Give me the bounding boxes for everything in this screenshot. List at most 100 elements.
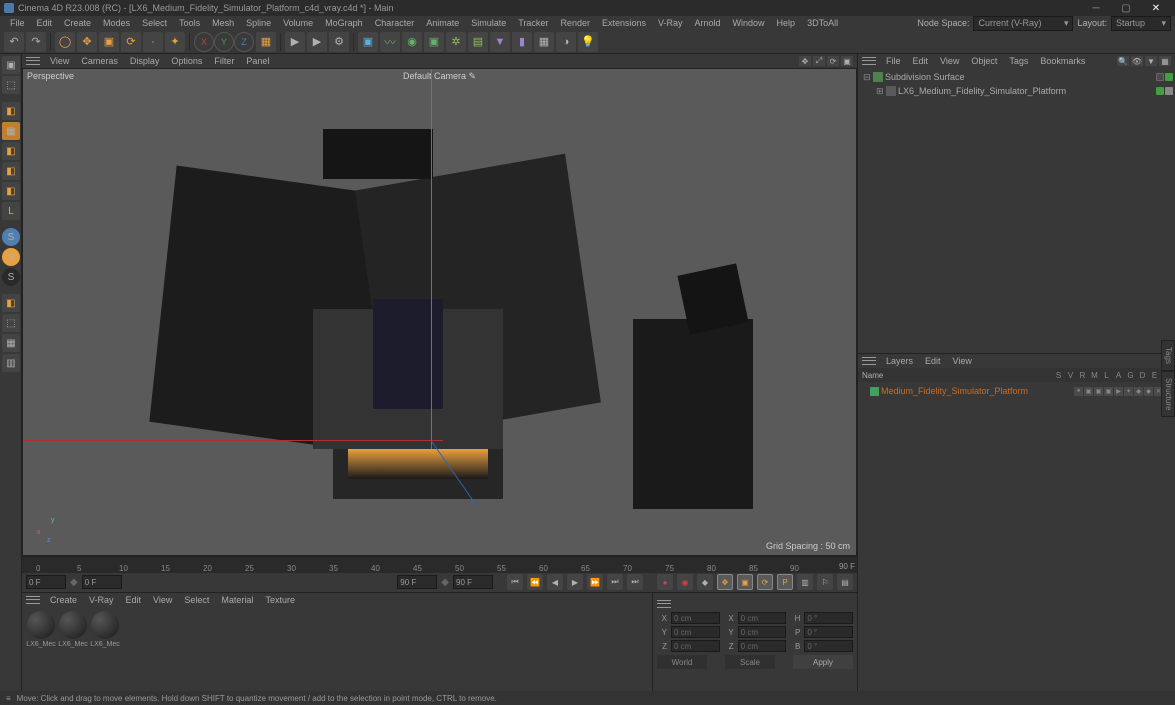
hamburger-icon[interactable] <box>26 595 40 605</box>
menu-select[interactable]: Select <box>136 18 173 28</box>
menu-edit[interactable]: Edit <box>31 18 59 28</box>
axis-x-toggle[interactable]: X <box>194 32 214 52</box>
node-space-dropdown[interactable]: Current (V-Ray)▾ <box>973 16 1073 31</box>
rot-h-input[interactable]: 0 ° <box>804 612 853 624</box>
vp-menu-view[interactable]: View <box>44 56 75 66</box>
menu-mesh[interactable]: Mesh <box>206 18 240 28</box>
coord-system-button[interactable]: ▦ <box>256 32 276 52</box>
menu-vray[interactable]: V-Ray <box>652 18 689 28</box>
layout-dropdown[interactable]: Startup▾ <box>1111 16 1171 31</box>
enable-axis-button[interactable]: S <box>2 228 20 246</box>
rot-p-input[interactable]: 0 ° <box>804 626 853 638</box>
layer-row[interactable]: Medium_Fidelity_Simulator_Platform ● ▣ ▣… <box>860 384 1173 398</box>
tag-dot[interactable] <box>1165 87 1173 95</box>
mat-menu-vray[interactable]: V-Ray <box>83 595 120 605</box>
size-y-input[interactable]: 0 cm <box>738 626 787 638</box>
poly-mode-button[interactable]: ◧ <box>2 182 20 200</box>
layer-color-icon[interactable] <box>870 387 879 396</box>
menu-extensions[interactable]: Extensions <box>596 18 652 28</box>
viewport-3d[interactable]: Perspective Default Camera ✎ Grid Spacin… <box>22 68 857 556</box>
place-tool-button[interactable]: ✦ <box>165 32 185 52</box>
mat-menu-create[interactable]: Create <box>44 595 83 605</box>
layer-solo-toggle[interactable]: ● <box>1074 387 1083 396</box>
menu-file[interactable]: File <box>4 18 31 28</box>
menu-window[interactable]: Window <box>727 18 771 28</box>
rotate-tool-button[interactable]: ⟳ <box>121 32 141 52</box>
lay-menu-view[interactable]: View <box>947 356 978 366</box>
menu-spline[interactable]: Spline <box>240 18 277 28</box>
redo-button[interactable]: ↷ <box>26 32 46 52</box>
snap-button[interactable]: S <box>2 248 20 266</box>
material-item[interactable]: LX6_Mec <box>90 611 120 687</box>
pos-x-input[interactable]: 0 cm <box>671 612 720 624</box>
mat-menu-material[interactable]: Material <box>215 595 259 605</box>
uv-mode-button[interactable]: L <box>2 202 20 220</box>
visibility-dot[interactable] <box>1156 73 1164 81</box>
add-mograph-button[interactable]: ✲ <box>446 32 466 52</box>
menu-modes[interactable]: Modes <box>97 18 136 28</box>
render-pv-button[interactable]: ▶ <box>307 32 327 52</box>
hamburger-icon[interactable] <box>862 56 876 66</box>
edge-mode-button[interactable]: ◧ <box>2 162 20 180</box>
size-mode-dropdown[interactable]: Scale <box>725 655 775 669</box>
rot-b-input[interactable]: 0 ° <box>804 640 853 652</box>
range-start-input[interactable]: 90 F <box>397 575 437 589</box>
search-icon[interactable]: 🔍 <box>1117 56 1129 66</box>
pos-y-input[interactable]: 0 cm <box>671 626 720 638</box>
locked-workplane-button[interactable]: ▦ <box>2 334 20 352</box>
keyframe-sel-button[interactable]: ◆ <box>697 574 713 590</box>
prev-frame-button[interactable]: ◀ <box>547 574 563 590</box>
vp-zoom-icon[interactable]: ⤢ <box>813 56 825 66</box>
size-x-input[interactable]: 0 cm <box>738 612 787 624</box>
undo-button[interactable]: ↶ <box>4 32 24 52</box>
axis-y-toggle[interactable]: Y <box>214 32 234 52</box>
add-spline-button[interactable]: 〰 <box>380 32 400 52</box>
obj-menu-file[interactable]: File <box>880 56 907 66</box>
goto-start-button[interactable]: ⏮ <box>507 574 523 590</box>
menu-tools[interactable]: Tools <box>173 18 206 28</box>
render-region-button[interactable]: ⬚ <box>2 314 20 332</box>
expand-icon[interactable]: ⊞ <box>876 86 884 97</box>
layer-view-toggle[interactable]: ▣ <box>1084 387 1093 396</box>
hamburger-icon[interactable] <box>657 599 671 609</box>
add-generator-button[interactable]: ◉ <box>402 32 422 52</box>
minimize-button[interactable]: ─ <box>1081 1 1111 15</box>
texture-mode-button[interactable]: ▦ <box>2 122 20 140</box>
add-tag-button[interactable]: 💡 <box>578 32 598 52</box>
next-frame-button[interactable]: ⏩ <box>587 574 603 590</box>
vp-menu-filter[interactable]: Filter <box>208 56 240 66</box>
last-tool-button[interactable]: · <box>143 32 163 52</box>
prev-key-button[interactable]: ⏪ <box>527 574 543 590</box>
param-key-button[interactable]: P <box>777 574 793 590</box>
expand-icon[interactable]: ⊟ <box>863 72 871 83</box>
current-frame-input[interactable]: 0 F <box>82 575 122 589</box>
material-item[interactable]: LX6_Mec <box>58 611 88 687</box>
vp-toggle-icon[interactable]: ▣ <box>841 56 853 66</box>
menu-simulate[interactable]: Simulate <box>465 18 512 28</box>
add-null-button[interactable]: ◑ <box>556 32 576 52</box>
layout-icon[interactable]: ▦ <box>1159 56 1171 66</box>
obj-menu-object[interactable]: Object <box>965 56 1003 66</box>
layer-render-toggle[interactable]: ▣ <box>1094 387 1103 396</box>
rot-key-button[interactable]: ⟳ <box>757 574 773 590</box>
vp-menu-options[interactable]: Options <box>165 56 208 66</box>
anim-layer-button[interactable]: ▤ <box>837 574 853 590</box>
menu-help[interactable]: Help <box>771 18 802 28</box>
obj-menu-edit[interactable]: Edit <box>907 56 935 66</box>
range-end-input[interactable]: 90 F <box>453 575 493 589</box>
enable-dot[interactable] <box>1165 73 1173 81</box>
pla-key-button[interactable]: ▥ <box>797 574 813 590</box>
obj-menu-bookmarks[interactable]: Bookmarks <box>1034 56 1091 66</box>
scale-tool-button[interactable]: ▣ <box>99 32 119 52</box>
render-settings-button[interactable]: ⚙ <box>329 32 349 52</box>
next-key-button[interactable]: ⏭ <box>627 574 643 590</box>
anim-mode-button[interactable]: ⚐ <box>817 574 833 590</box>
model-mode-button[interactable]: ⬚ <box>2 76 20 94</box>
planar-workplane-button[interactable]: ▥ <box>2 354 20 372</box>
close-button[interactable]: ✕ <box>1141 1 1171 15</box>
make-editable-button[interactable]: ▣ <box>2 56 20 74</box>
layer-lock-toggle[interactable]: ▶ <box>1114 387 1123 396</box>
add-deformer-button[interactable]: ▣ <box>424 32 444 52</box>
layer-manager-toggle[interactable]: ▣ <box>1104 387 1113 396</box>
filter-icon[interactable]: ▼ <box>1145 56 1157 66</box>
